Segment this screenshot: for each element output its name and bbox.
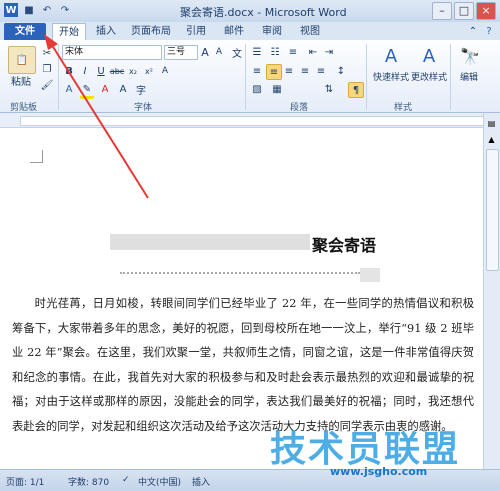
group-label-font: 字体 xyxy=(134,103,153,113)
quick-styles-icon[interactable]: A xyxy=(378,44,404,68)
scroll-up-icon[interactable]: ▲ xyxy=(486,135,497,146)
superscript-icon[interactable]: x² xyxy=(142,64,156,78)
borders-icon[interactable]: ▦ xyxy=(270,82,284,96)
tab-references[interactable]: 引用 xyxy=(182,23,210,40)
paste-button-label[interactable]: 粘贴 xyxy=(8,74,34,88)
body-paragraph: 时光荏苒，日月如梭，转眼间同学们已经毕业了 22 年，在一些同学的热情倡议和积极… xyxy=(12,297,474,433)
group-label-paragraph: 段落 xyxy=(290,103,309,113)
group-label-styles: 样式 xyxy=(394,103,413,113)
group-label-clipboard: 剪贴板 xyxy=(10,103,38,113)
decrease-indent-icon[interactable]: ⇤ xyxy=(306,45,320,59)
ribbon: 📋 粘贴 ✂ ❐ 🖌 剪贴板 宋体 三号 A A 文 B I U abc x₂ … xyxy=(0,40,500,113)
subscript-icon[interactable]: x₂ xyxy=(126,64,140,78)
text-effects-icon[interactable]: A xyxy=(62,82,76,96)
italic-icon[interactable]: I xyxy=(78,64,92,78)
change-styles-label[interactable]: 更改样式 xyxy=(408,70,450,83)
justify-icon[interactable]: ≡ xyxy=(298,64,312,78)
copy-icon[interactable]: ❐ xyxy=(40,62,54,76)
char-shading-icon[interactable]: A xyxy=(116,82,130,96)
save-icon[interactable]: ■ xyxy=(22,3,36,17)
watermark-url: www.jsgho.com xyxy=(330,465,428,478)
font-size-combo[interactable]: 三号 xyxy=(164,45,198,60)
word-icon[interactable]: W xyxy=(4,3,18,17)
redo-icon[interactable]: ↷ xyxy=(58,3,72,17)
scroll-thumb[interactable] xyxy=(486,149,499,271)
quick-styles-label[interactable]: 快速样式 xyxy=(370,70,412,83)
shading-icon[interactable]: ▧ xyxy=(250,82,264,96)
bold-icon[interactable]: B xyxy=(62,64,76,78)
status-mode[interactable]: 插入 xyxy=(192,475,210,488)
status-language[interactable]: 中文(中国) xyxy=(138,475,181,488)
status-page[interactable]: 页面: 1/1 xyxy=(6,475,44,488)
status-words[interactable]: 字数: 870 xyxy=(68,475,109,488)
vertical-scrollbar[interactable]: ▤ ▲ xyxy=(483,113,500,469)
group-divider xyxy=(245,44,246,110)
tab-mailings[interactable]: 邮件 xyxy=(220,23,248,40)
strikethrough-icon[interactable]: abc xyxy=(110,64,124,78)
tab-file[interactable]: 文件 xyxy=(4,23,46,40)
line-spacing-icon[interactable]: ↕ xyxy=(334,64,348,78)
horizontal-ruler[interactable] xyxy=(0,113,492,128)
undo-icon[interactable]: ↶ xyxy=(40,3,54,17)
minimize-ribbon-icon[interactable]: ⌃ xyxy=(466,23,480,40)
tab-home[interactable]: 开始 xyxy=(52,23,86,41)
redacted-text xyxy=(360,268,380,282)
maximize-button[interactable]: □ xyxy=(454,2,474,20)
ribbon-tabs: 文件 开始 插入 页面布局 引用 邮件 审阅 视图 ⌃ ? xyxy=(0,22,500,41)
font-color-icon[interactable]: A xyxy=(98,82,112,96)
grow-font-icon[interactable]: A xyxy=(198,45,212,59)
paste-icon[interactable]: 📋 xyxy=(8,46,36,74)
close-button[interactable]: × xyxy=(476,2,496,20)
page-corner-mark xyxy=(30,150,43,163)
help-icon[interactable]: ? xyxy=(482,23,496,40)
show-marks-icon[interactable]: ¶ xyxy=(348,82,364,98)
bullets-icon[interactable]: ☰ xyxy=(250,45,264,59)
align-center-icon[interactable]: ≡ xyxy=(266,64,282,80)
window-title: 聚会寄语.docx - Microsoft Word xyxy=(180,6,347,19)
group-divider xyxy=(450,44,451,110)
tab-insert[interactable]: 插入 xyxy=(92,23,120,40)
document-body: 时光荏苒，日月如梭，转眼间同学们已经毕业了 22 年，在一些同学的热情倡议和积极… xyxy=(12,292,474,439)
highlight-icon[interactable]: ✎ xyxy=(80,82,94,99)
phonetic-icon[interactable]: 文 xyxy=(230,45,244,60)
align-right-icon[interactable]: ≡ xyxy=(282,64,296,78)
numbering-icon[interactable]: ☷ xyxy=(268,45,282,59)
editing-label[interactable]: 编辑 xyxy=(454,70,484,83)
minimize-button[interactable]: – xyxy=(432,2,452,20)
ruler-toggle-icon[interactable]: ▤ xyxy=(486,119,497,130)
multilevel-list-icon[interactable]: ≡ xyxy=(286,45,300,59)
clear-format-icon[interactable]: A xyxy=(158,64,172,78)
cut-icon[interactable]: ✂ xyxy=(40,46,54,60)
font-name-combo[interactable]: 宋体 xyxy=(62,45,162,60)
find-icon[interactable]: 🔭 xyxy=(458,44,482,68)
increase-indent-icon[interactable]: ⇥ xyxy=(322,45,336,59)
change-styles-icon[interactable]: A xyxy=(416,44,442,68)
align-left-icon[interactable]: ≡ xyxy=(250,64,264,78)
tab-view[interactable]: 视图 xyxy=(296,23,324,40)
sort-icon[interactable]: ⇅ xyxy=(322,82,336,96)
quick-access-toolbar: W ■ ↶ ↷ xyxy=(4,3,72,17)
underline-icon[interactable]: U xyxy=(94,64,108,78)
tab-page-layout[interactable]: 页面布局 xyxy=(128,23,174,40)
tab-review[interactable]: 审阅 xyxy=(258,23,286,40)
format-painter-icon[interactable]: 🖌 xyxy=(40,78,54,92)
group-divider xyxy=(58,44,59,110)
shrink-font-icon[interactable]: A xyxy=(212,45,226,59)
group-divider xyxy=(366,44,367,110)
enclose-char-icon[interactable]: 字 xyxy=(134,82,148,97)
proofing-icon[interactable]: ✓ xyxy=(122,475,130,485)
dotted-separator xyxy=(120,272,360,274)
redacted-title-text xyxy=(110,234,310,250)
document-title: 聚会寄语 xyxy=(312,236,377,255)
distributed-icon[interactable]: ≡ xyxy=(314,64,328,78)
title-bar: W ■ ↶ ↷ 聚会寄语.docx - Microsoft Word – □ × xyxy=(0,0,500,23)
